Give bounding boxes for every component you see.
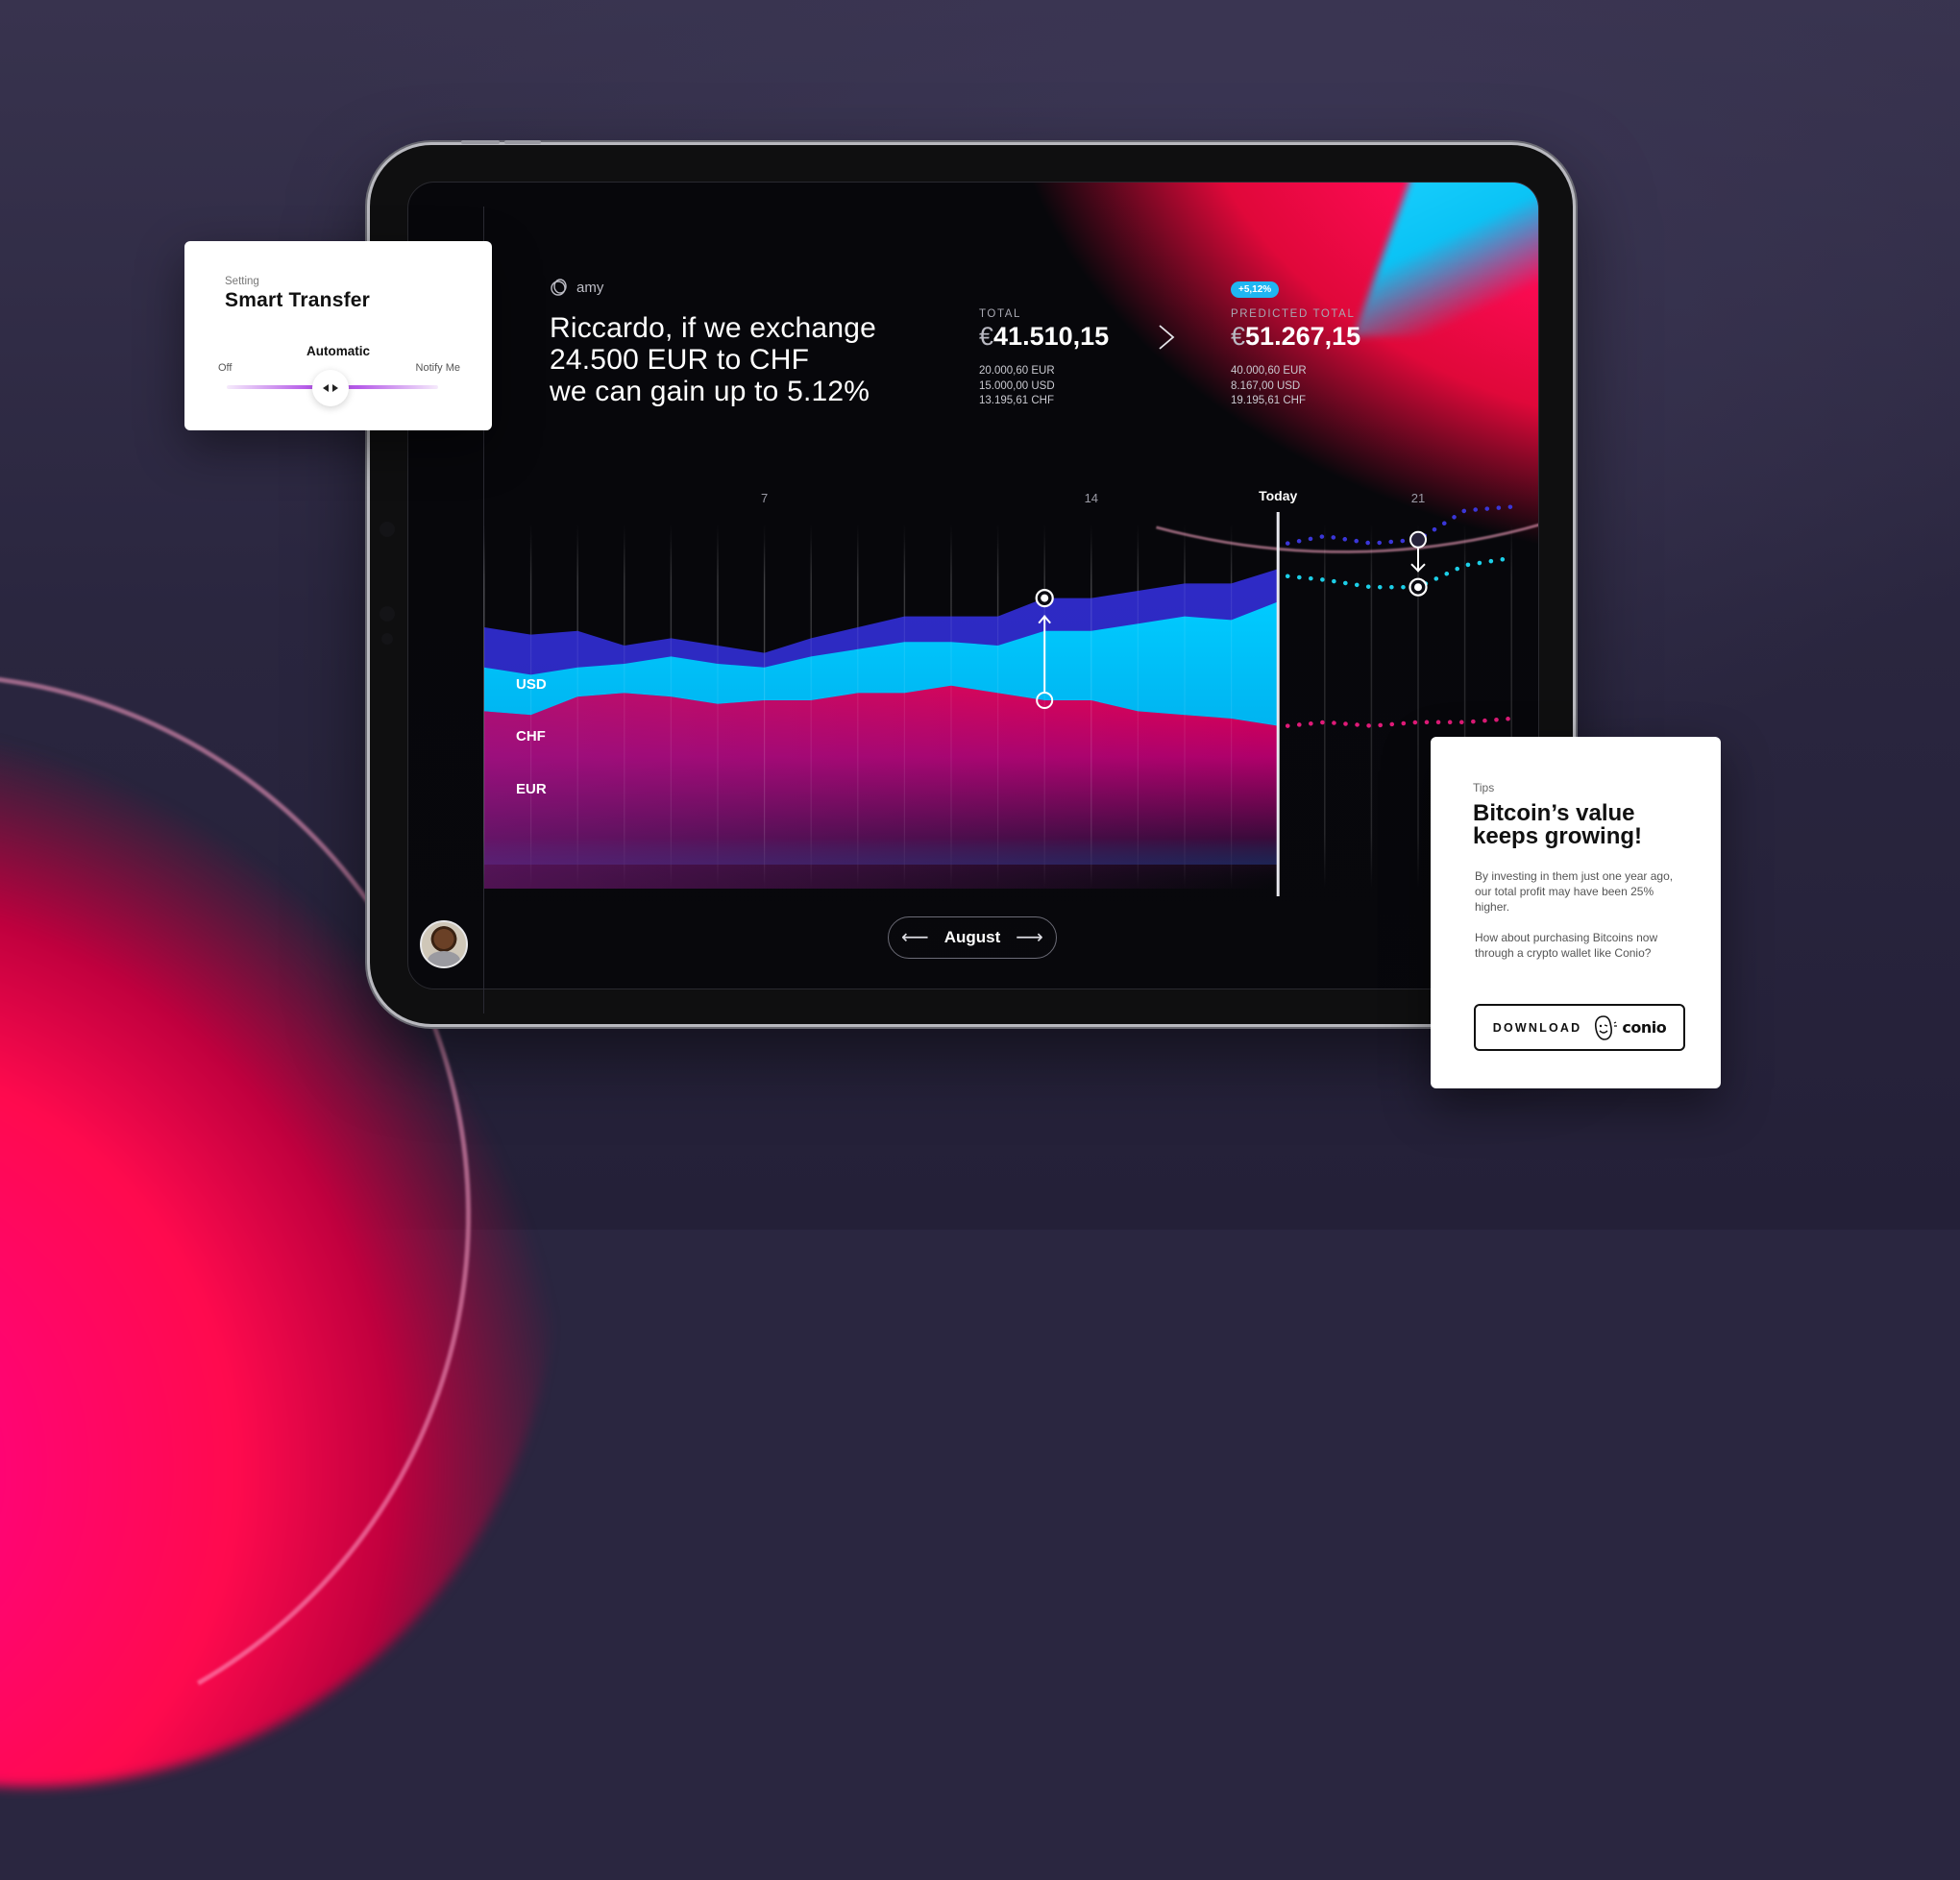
month-label: August xyxy=(943,928,1001,946)
marker-dot xyxy=(1414,583,1422,592)
partner-name: conio xyxy=(1622,1018,1667,1037)
gridline xyxy=(810,538,812,884)
card-title: Bitcoin’s value keeps growing! xyxy=(1473,800,1643,849)
today-line xyxy=(1276,512,1280,896)
gridline xyxy=(857,538,859,884)
forecast-chf xyxy=(1285,555,1514,590)
arrow-left-icon[interactable]: ⟵ xyxy=(901,928,929,947)
gridline xyxy=(483,538,485,884)
smart-transfer-card: Setting Smart Transfer Automatic Off Not… xyxy=(184,241,492,430)
series-label-eur: EUR xyxy=(516,781,547,797)
tips-card: Tips Bitcoin’s value keeps growing! By i… xyxy=(1431,737,1721,1088)
download-label: DOWNLOAD xyxy=(1492,1020,1582,1035)
marker-open[interactable] xyxy=(1409,530,1427,549)
left-right-arrows-icon xyxy=(323,384,338,392)
selected-mode: Automatic xyxy=(306,344,370,358)
series-label-usd: USD xyxy=(516,676,547,693)
gridline xyxy=(1370,524,1373,889)
marker-dot xyxy=(1041,594,1049,602)
avatar-shirt xyxy=(428,951,460,966)
conio-logo: conio xyxy=(1593,1014,1667,1041)
gridline xyxy=(1231,538,1233,884)
tick-label-today: Today xyxy=(1259,488,1297,503)
gridline xyxy=(997,538,999,884)
gridline xyxy=(717,538,719,884)
month-navigator: ⟵ August ⟶ xyxy=(888,916,1057,959)
download-conio-button[interactable]: DOWNLOAD conio xyxy=(1474,1004,1685,1051)
forecast-eur xyxy=(1285,716,1514,728)
gridline xyxy=(950,538,952,884)
card-body: By investing in them just one year ago, … xyxy=(1475,868,1677,976)
tick-label: 14 xyxy=(1085,491,1098,505)
tick-label: 7 xyxy=(761,491,768,505)
gridline xyxy=(1324,524,1326,889)
card-overline: Setting xyxy=(225,276,259,287)
user-avatar[interactable] xyxy=(420,920,468,968)
gridline xyxy=(1090,538,1092,884)
gridline xyxy=(1137,538,1139,884)
tick-label: 21 xyxy=(1411,491,1425,505)
gridline xyxy=(1184,538,1186,884)
area-eur-tint xyxy=(484,685,1279,889)
gridline xyxy=(624,538,625,884)
gridline xyxy=(903,538,905,884)
gridline xyxy=(670,538,672,884)
tip-paragraph: By investing in them just one year ago, … xyxy=(1475,869,1674,914)
mode-slider-handle[interactable] xyxy=(312,370,349,406)
option-off[interactable]: Off xyxy=(218,362,232,374)
option-notify-me[interactable]: Notify Me xyxy=(416,362,460,374)
gridline xyxy=(530,538,532,884)
gridline xyxy=(576,538,578,884)
card-title: Smart Transfer xyxy=(225,289,371,311)
conio-mascot-icon xyxy=(1595,1014,1618,1040)
arrow-right-icon[interactable]: ⟶ xyxy=(1016,928,1043,947)
series-label-chf: CHF xyxy=(516,728,546,745)
tip-paragraph: How about purchasing Bitcoins now throug… xyxy=(1475,931,1658,960)
forecast-usd xyxy=(1285,504,1514,546)
gridline xyxy=(764,538,766,884)
card-overline: Tips xyxy=(1473,781,1495,794)
